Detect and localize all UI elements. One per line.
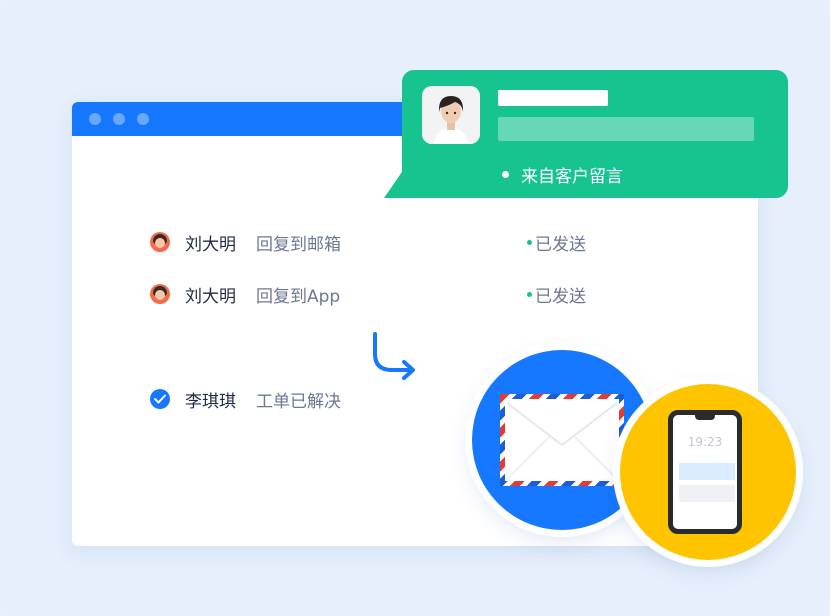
resolver-name: 李琪琪	[185, 391, 236, 412]
phone-message-highlight	[679, 463, 735, 480]
status-text: 已发送	[535, 286, 586, 307]
app-channel-badge: 19:23	[620, 384, 796, 560]
reply-row-email: 刘大明 回复到邮箱	[150, 230, 341, 255]
resolved-row: 李琪琪 工单已解决	[150, 387, 341, 412]
phone-time: 19:23	[687, 435, 723, 449]
message-source-text: 来自客户留言	[521, 167, 623, 187]
customer-message-notification: 来自客户留言	[402, 70, 788, 198]
phone-notch	[695, 414, 715, 420]
check-icon	[150, 389, 170, 409]
message-source: 来自客户留言	[502, 162, 623, 187]
agent-avatar	[150, 232, 170, 252]
message-body-placeholder	[498, 117, 754, 141]
reply-action: 回复到邮箱	[256, 234, 341, 255]
reply-action: 回复到App	[256, 286, 341, 307]
window-dot-icon	[89, 113, 101, 125]
window-dot-icon	[113, 113, 125, 125]
agent-name: 刘大明	[185, 234, 236, 255]
reply-status: 已发送	[527, 282, 586, 307]
arrow-down-right-icon	[373, 332, 415, 380]
agent-name: 刘大明	[185, 286, 236, 307]
envelope-icon	[500, 394, 624, 486]
window-dot-icon	[137, 113, 149, 125]
phone-message-placeholder	[679, 485, 735, 502]
customer-avatar	[422, 86, 480, 144]
phone-icon: 19:23	[668, 410, 742, 534]
status-dot-icon	[527, 291, 532, 297]
status-text: 已发送	[535, 234, 586, 255]
status-dot-icon	[527, 239, 532, 245]
agent-avatar	[150, 284, 170, 304]
source-dot-icon	[502, 171, 509, 178]
resolved-action: 工单已解决	[256, 391, 341, 412]
reply-status: 已发送	[527, 230, 586, 255]
message-title-placeholder	[498, 90, 608, 106]
reply-row-app: 刘大明 回复到App	[150, 282, 341, 307]
